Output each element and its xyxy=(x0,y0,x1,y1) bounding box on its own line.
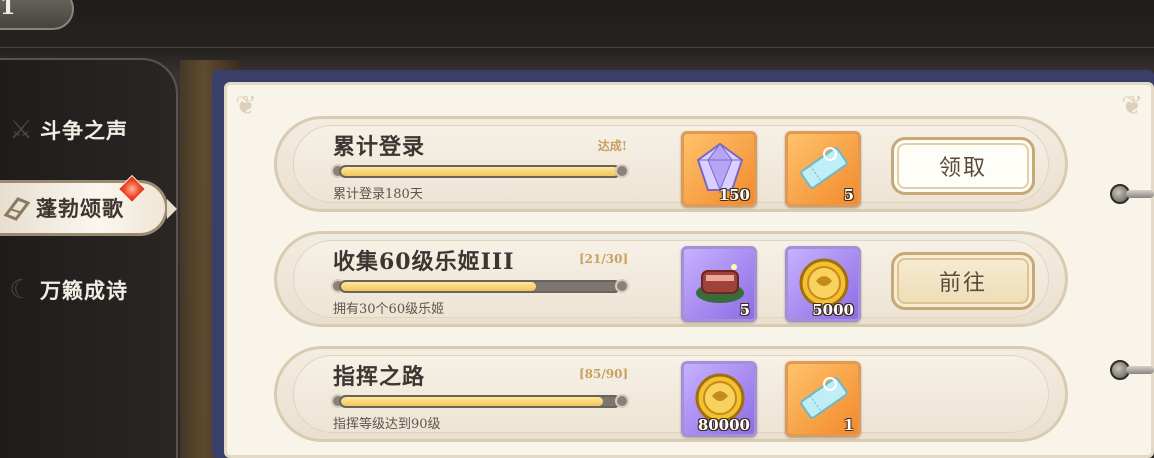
reward-count: 5 xyxy=(739,301,750,319)
active-indicator xyxy=(167,199,177,219)
sidebar-item-label: 万籁成诗 xyxy=(40,278,128,303)
corner-ornament-icon: ❦ xyxy=(235,91,257,121)
task-status: 达成! xyxy=(597,139,627,153)
sidebar-item-label: 斗争之声 xyxy=(40,118,128,143)
progress-fill xyxy=(341,397,604,406)
task-title: 累计登录 xyxy=(333,134,426,160)
progress-fill xyxy=(341,167,619,176)
progress-bar xyxy=(339,395,621,408)
sidebar-item-ode[interactable]: 蓬勃颂歌 xyxy=(0,174,177,236)
sidebar-item-label: 蓬勃颂歌 xyxy=(36,196,124,221)
binder-ring xyxy=(1108,182,1154,206)
reward-item[interactable]: 150 xyxy=(681,131,757,207)
claim-button[interactable]: 领取 xyxy=(891,137,1035,195)
reward-count: 5 xyxy=(843,186,854,204)
goto-button[interactable]: 前往 xyxy=(891,252,1035,310)
progress-fill xyxy=(341,282,536,291)
task-row: 累计登录 达成! 累计登录180天 150 5 领取 xyxy=(274,116,1068,212)
reward-item[interactable]: 1 xyxy=(785,361,861,437)
reward-item[interactable]: 80000 xyxy=(681,361,757,437)
task-row: 收集60级乐姬III [21/30] 拥有30个60级乐姬 5 5000 前往 xyxy=(274,231,1068,327)
task-title: 指挥之路 xyxy=(333,364,426,390)
reward-count: 1 xyxy=(843,416,854,434)
task-row: 指挥之路 [85/90] 指挥等级达到90级 80000 1 xyxy=(274,346,1068,442)
crossed-swords-icon: ⚔ xyxy=(9,115,33,145)
progress-cap-right xyxy=(615,164,629,178)
moon-icon: ☾ xyxy=(9,275,33,305)
corner-ornament-icon: ❦ xyxy=(1121,91,1143,121)
horn-icon xyxy=(0,191,34,225)
reward-count: 5000 xyxy=(812,301,854,319)
reward-item[interactable]: 5000 xyxy=(785,246,861,322)
reward-item[interactable]: 5 xyxy=(785,131,861,207)
progress-bar xyxy=(339,165,621,178)
reward-count: 150 xyxy=(718,186,750,204)
binder-ring xyxy=(1108,358,1154,382)
sidebar-item-struggle[interactable]: ⚔ 斗争之声 xyxy=(0,102,170,158)
task-status: [21/30] xyxy=(579,252,629,266)
reward-count: 80000 xyxy=(697,416,750,434)
task-description: 累计登录180天 xyxy=(333,187,423,202)
progress-cap-right xyxy=(615,279,629,293)
progress-bar xyxy=(339,280,621,293)
task-status: [85/90] xyxy=(579,367,629,381)
progress-cap-right xyxy=(615,394,629,408)
reward-item[interactable]: 5 xyxy=(681,246,757,322)
top-pill-label: 1 xyxy=(0,0,16,20)
top-bar: ✕ 1 xyxy=(0,0,1154,48)
task-title: 收集60级乐姬III xyxy=(333,249,515,275)
task-description: 拥有30个60级乐姬 xyxy=(333,302,445,317)
task-description: 指挥等级达到90级 xyxy=(333,417,441,432)
sidebar-item-poetry[interactable]: ☾ 万籁成诗 xyxy=(0,262,170,318)
